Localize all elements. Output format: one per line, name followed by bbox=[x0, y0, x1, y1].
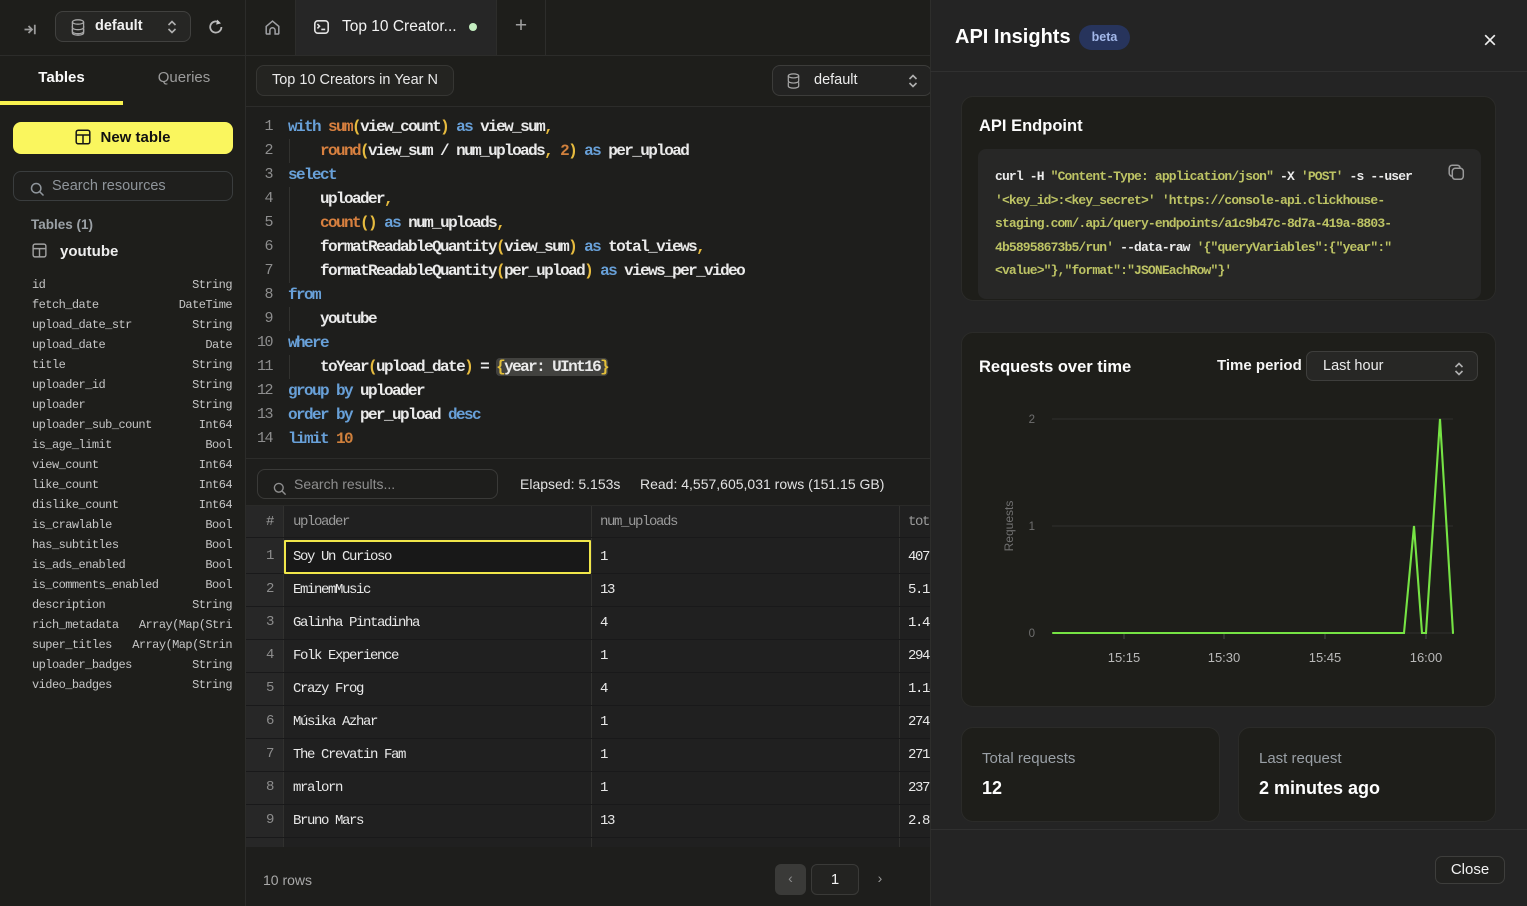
svg-text:Requests: Requests bbox=[1002, 501, 1016, 552]
svg-text:1: 1 bbox=[1029, 521, 1035, 533]
svg-text:2: 2 bbox=[1029, 414, 1035, 426]
svg-text:0: 0 bbox=[1029, 628, 1035, 640]
svg-text:15:45: 15:45 bbox=[1309, 650, 1342, 665]
svg-text:15:15: 15:15 bbox=[1108, 650, 1141, 665]
svg-text:15:30: 15:30 bbox=[1208, 650, 1241, 665]
svg-text:16:00: 16:00 bbox=[1410, 650, 1443, 665]
